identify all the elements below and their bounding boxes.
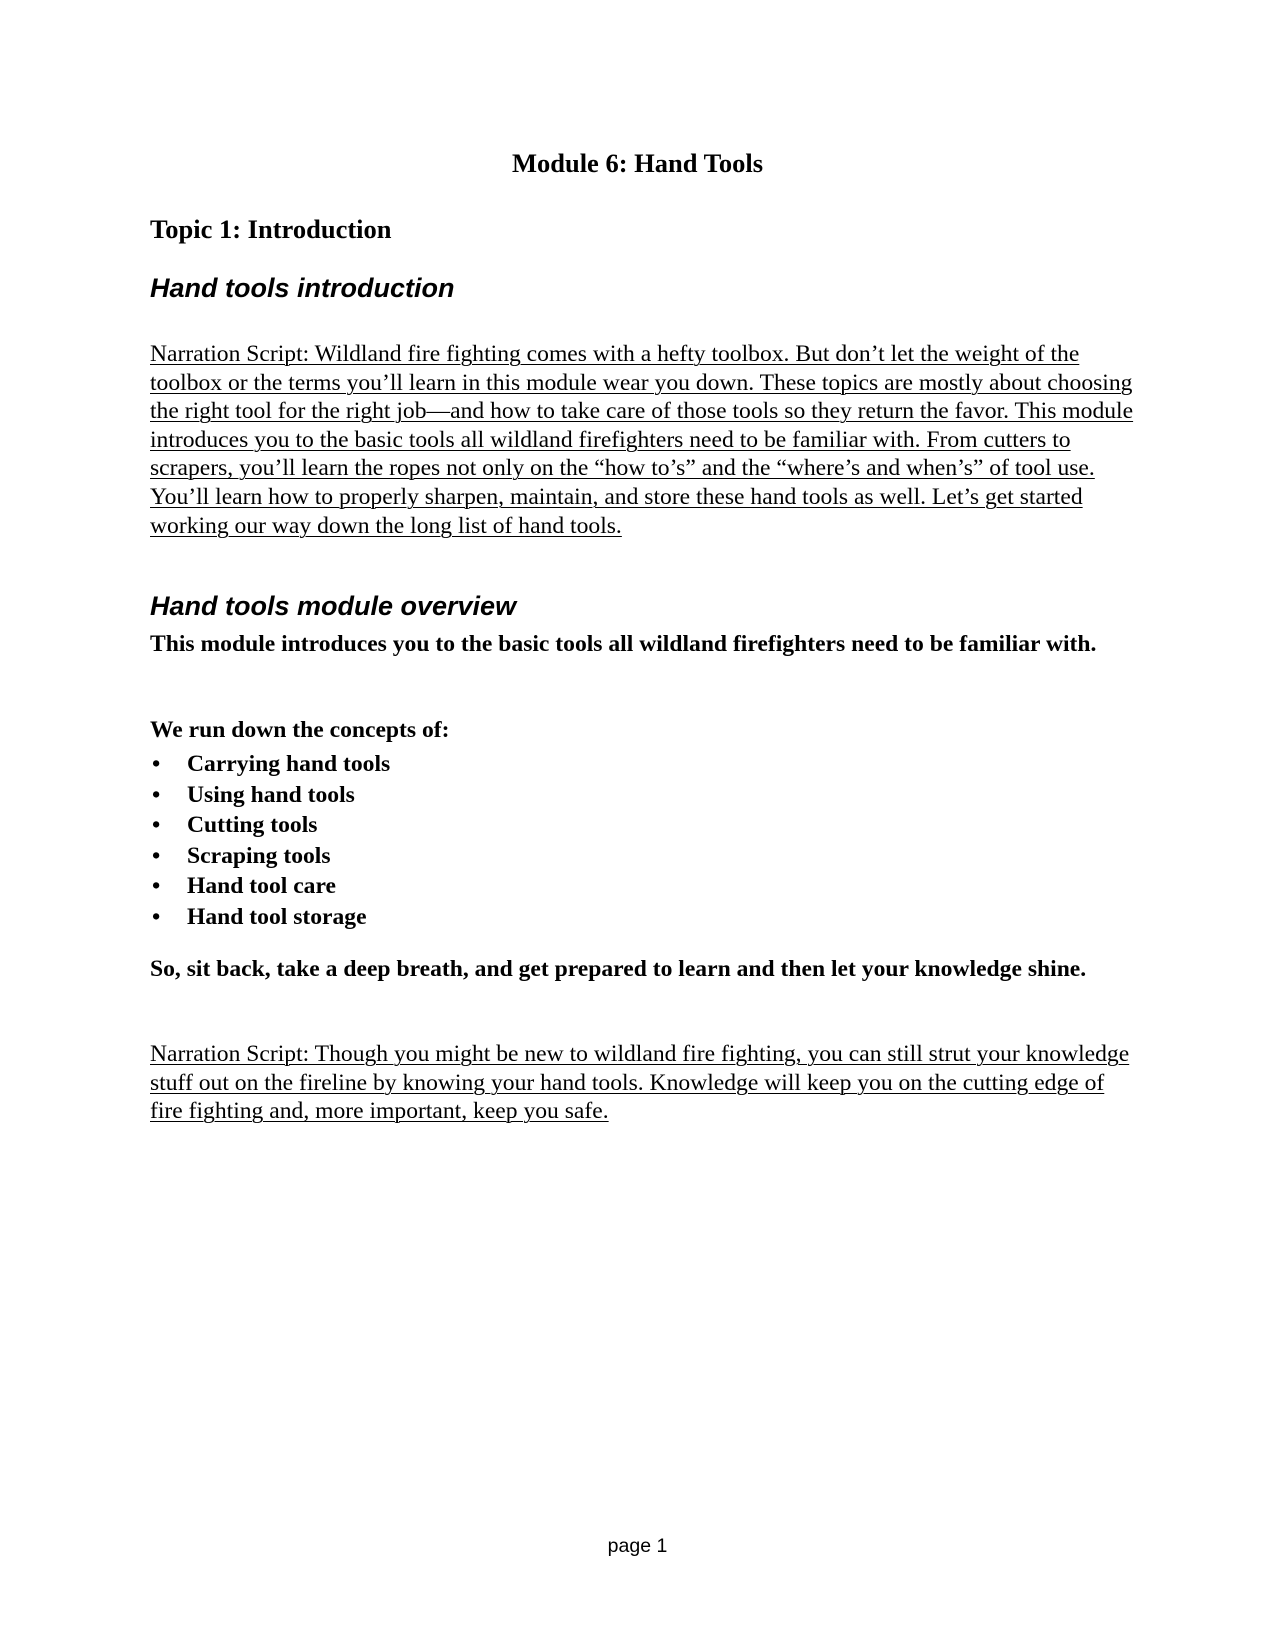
list-item-text: Hand tool care — [187, 873, 336, 900]
bullet-icon: • — [152, 751, 161, 777]
bullet-icon: • — [152, 781, 161, 808]
bullet-icon: • — [152, 903, 161, 930]
section-heading-overview: Hand tools module overview — [150, 591, 517, 621]
bullet-icon: • — [152, 812, 161, 839]
document-page: Module 6: Hand Tools Topic 1: Introducti… — [0, 0, 1275, 1650]
narration-script-introduction: Narration Script: Wildland fire fighting… — [150, 341, 1134, 539]
list-item-text: Scraping tools — [187, 842, 331, 869]
bullet-icon: • — [152, 873, 161, 900]
list-item-text: Hand tool storage — [187, 903, 367, 930]
page-number: page 1 — [607, 1535, 668, 1557]
list-item-text: Using hand tools — [187, 781, 355, 808]
overview-intro: This module introduces you to the basic … — [150, 631, 1097, 657]
module-title: Module 6: Hand Tools — [511, 148, 764, 178]
list-item: • Carrying hand tools — [150, 749, 390, 780]
list-item: • Scraping tools — [150, 841, 390, 872]
list-item: • Hand tool storage — [150, 902, 390, 933]
list-item: • Using hand tools — [150, 780, 390, 811]
bullet-icon: • — [152, 842, 161, 869]
closing-paragraph: So, sit back, take a deep breath, and ge… — [150, 956, 1087, 982]
section-heading-introduction: Hand tools introduction — [150, 273, 455, 303]
narration-script-overview: Narration Script: Though you might be ne… — [150, 1041, 1130, 1125]
concepts-list: • Carrying hand tools • Using hand tools •… — [150, 749, 390, 933]
topic-title: Topic 1: Introduction — [150, 214, 392, 244]
list-item-text: Carrying hand tools — [187, 751, 391, 777]
list-item: • Hand tool care — [150, 871, 390, 902]
list-item-text: Cutting tools — [187, 812, 318, 839]
concepts-intro: We run down the concepts of: — [150, 717, 450, 743]
list-item: • Cutting tools — [150, 810, 390, 841]
